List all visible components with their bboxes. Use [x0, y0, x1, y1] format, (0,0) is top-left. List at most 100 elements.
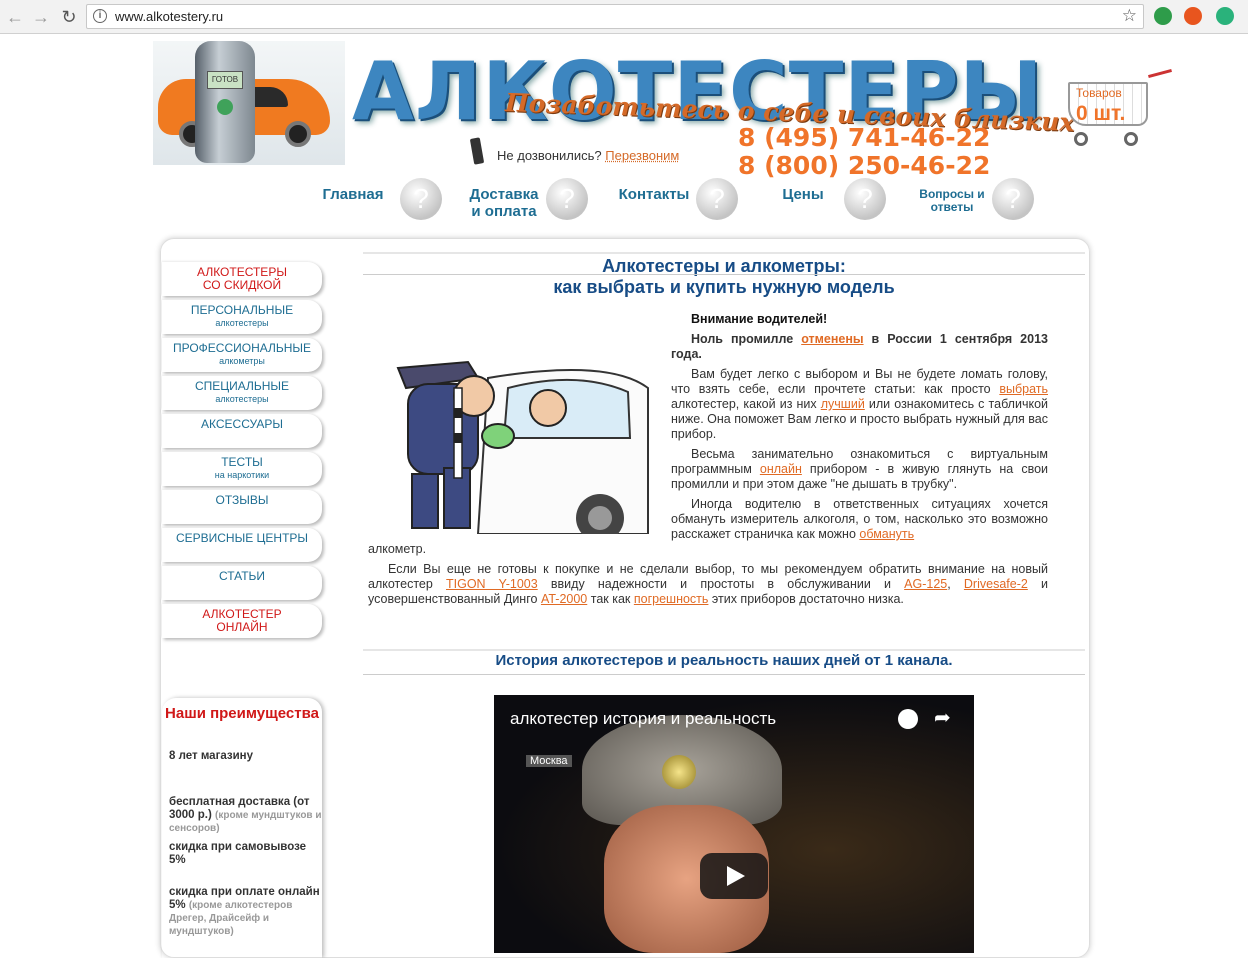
cart-count: 0 шт.	[1076, 102, 1126, 125]
text-span: так как	[587, 592, 634, 606]
nav-label: ответы	[930, 200, 974, 214]
callback-prompt: Не дозвонились?	[497, 148, 602, 163]
text-span: Ноль промилле	[691, 332, 802, 346]
sidebar-item[interactable]: СПЕЦИАЛЬНЫЕ алкотестеры	[162, 376, 322, 410]
link-tigon[interactable]: TIGON Y-1003	[446, 577, 538, 591]
question-icon: ?	[696, 178, 738, 220]
divider	[363, 274, 1085, 275]
advantage-text: скидка при самовывозе 5%	[169, 841, 307, 866]
nav-label: Главная	[322, 186, 384, 203]
text-span: ,	[947, 577, 964, 591]
paragraph-online: Весьма занимательно ознакомиться с вирту…	[671, 447, 1048, 492]
zero-promille-text: Ноль промилле отменены в России 1 сентяб…	[671, 332, 1048, 361]
callback-link[interactable]: Перезвоним	[605, 148, 679, 163]
video-hat-badge	[662, 755, 696, 789]
attention-text: Внимание водителей!	[691, 312, 828, 326]
question-icon: ?	[546, 178, 588, 220]
site-info-icon[interactable]: i	[93, 9, 107, 23]
device-button	[217, 99, 233, 115]
link-cheat[interactable]: обмануть	[859, 527, 914, 541]
sidebar-item[interactable]: АКСЕССУАРЫ	[162, 414, 322, 448]
question-icon: ?	[844, 178, 886, 220]
page-title-line2: как выбрать и купить нужную модель	[553, 277, 895, 297]
section-title-history: История алкотестеров и реальность наших …	[495, 652, 953, 669]
link-error[interactable]: погрешность	[634, 592, 709, 606]
link-online[interactable]: онлайн	[760, 462, 802, 476]
link-at2000[interactable]: AT-2000	[541, 592, 587, 606]
device-screen: ГОТОВ	[207, 71, 243, 89]
paragraph-cheat: Иногда водителю в ответственных ситуация…	[671, 497, 1048, 542]
divider	[363, 674, 1085, 675]
nav-prices[interactable]: ? Цены	[764, 178, 886, 224]
sidebar-item[interactable]: АЛКОТЕСТЕРЫ СО СКИДКОЙ	[162, 262, 322, 296]
advantages-panel: Наши преимущества 8 лет магазину бесплат…	[162, 698, 322, 958]
cartoon-illustration	[396, 360, 649, 534]
browser-toolbar: ← → ↻ i www.alkotestery.ru ☆	[0, 0, 1248, 34]
paragraph-recommend: Если Вы еще не готовы к покупке и не сде…	[368, 562, 1048, 607]
question-icon: ?	[992, 178, 1034, 220]
link-cancelled[interactable]: отменены	[801, 332, 863, 346]
sidebar-item-label: АЛКОТЕСТЕРЫ	[197, 265, 287, 279]
sidebar-item-label: СЕРВИСНЫЕ ЦЕНТРЫ	[175, 531, 309, 545]
phone-number-1: 8 (495) 741-46-22	[738, 123, 991, 152]
advantages-title: Наши преимущества	[165, 705, 319, 722]
paragraph-cheat-end: алкометр.	[368, 542, 1048, 557]
url-text: www.alkotestery.ru	[115, 9, 224, 24]
divider	[363, 649, 1085, 651]
link-ag125[interactable]: AG-125	[904, 577, 947, 591]
cart-handle	[1148, 68, 1172, 79]
sidebar-item[interactable]: СТАТЬИ	[162, 566, 322, 600]
sidebar-item[interactable]: ОТЗЫВЫ	[162, 490, 322, 524]
sidebar-item-label: СПЕЦИАЛЬНЫЕ	[194, 379, 290, 393]
question-icon: ?	[400, 178, 442, 220]
watch-later-icon[interactable]	[898, 709, 918, 729]
link-choose[interactable]: выбрать	[999, 382, 1048, 396]
link-drivesafe[interactable]: Drivesafe-2	[964, 577, 1028, 591]
nav-contacts[interactable]: ? Контакты	[614, 178, 738, 224]
cart-wheel	[1074, 132, 1088, 146]
advantage-item: скидка при самовывозе 5%	[169, 841, 324, 867]
sidebar-item-sublabel: алкотестеры	[215, 394, 269, 404]
extension-shield-icon[interactable]	[1154, 7, 1172, 25]
divider	[363, 252, 1085, 254]
cart-label: Товаров	[1076, 86, 1122, 100]
sidebar-item-label: СТАТЬИ	[218, 569, 266, 583]
sidebar-item[interactable]: СЕРВИСНЫЕ ЦЕНТРЫ	[162, 528, 322, 562]
header-product-photo: ГОТОВ	[153, 41, 345, 165]
sidebar-item-label: ТЕСТЫ	[221, 455, 263, 469]
forward-icon[interactable]: →	[30, 6, 52, 28]
bookmark-star-icon[interactable]: ☆	[1122, 6, 1137, 26]
nav-label: и оплата	[471, 203, 537, 220]
nav-faq[interactable]: ? Вопросы и ответы	[912, 178, 1034, 224]
extension-fox-icon[interactable]	[1184, 7, 1202, 25]
nav-home[interactable]: ? Главная	[318, 178, 442, 224]
text-span: алкотестер, какой из них	[671, 397, 821, 411]
video-player[interactable]: Москва алкотестер история и реальность ➦	[494, 695, 974, 953]
reload-icon[interactable]: ↻	[58, 6, 80, 28]
sidebar-item[interactable]: ТЕСТЫ на наркотики	[162, 452, 322, 486]
video-location-caption: Москва	[526, 755, 572, 767]
sidebar-item[interactable]: АЛКОТЕСТЕР ОНЛАЙН	[162, 604, 322, 638]
sidebar-item[interactable]: ПЕРСОНАЛЬНЫЕ алкотестеры	[162, 300, 322, 334]
paragraph-choose: Вам будет легко с выбором и Вы не будете…	[671, 367, 1048, 442]
sidebar-item[interactable]: ПРОФЕССИОНАЛЬНЫЕ алкометры	[162, 338, 322, 372]
cart-wheel	[1124, 132, 1138, 146]
nav-delivery[interactable]: ? Доставка и оплата	[466, 178, 588, 224]
text-span: этих приборов достаточно низка.	[708, 592, 904, 606]
share-icon[interactable]: ➦	[934, 705, 951, 730]
attention-heading: Внимание водителей!	[691, 312, 1048, 327]
extension-grammarly-icon[interactable]	[1216, 7, 1234, 25]
breathalyzer-device-image: ГОТОВ	[195, 41, 255, 163]
nav-label: Контакты	[618, 186, 690, 203]
text-span: алкометр.	[368, 542, 427, 556]
sidebar-item-label: ПРОФЕССИОНАЛЬНЫЕ	[172, 341, 312, 355]
play-button-icon[interactable]	[700, 853, 768, 899]
sidebar-item-label: АКСЕССУАРЫ	[201, 417, 283, 431]
text-span: Вам будет легко с выбором и Вы не будете…	[671, 367, 1048, 396]
callback-text: Не дозвонились? Перезвоним	[497, 148, 679, 163]
advantage-note: (кроме алкотестеров Дрегер, Драйсейф и м…	[169, 900, 293, 937]
address-bar[interactable]: i www.alkotestery.ru ☆	[86, 4, 1144, 29]
back-icon[interactable]: ←	[4, 6, 26, 28]
link-best[interactable]: лучший	[821, 397, 865, 411]
video-title[interactable]: алкотестер история и реальность	[510, 709, 776, 729]
